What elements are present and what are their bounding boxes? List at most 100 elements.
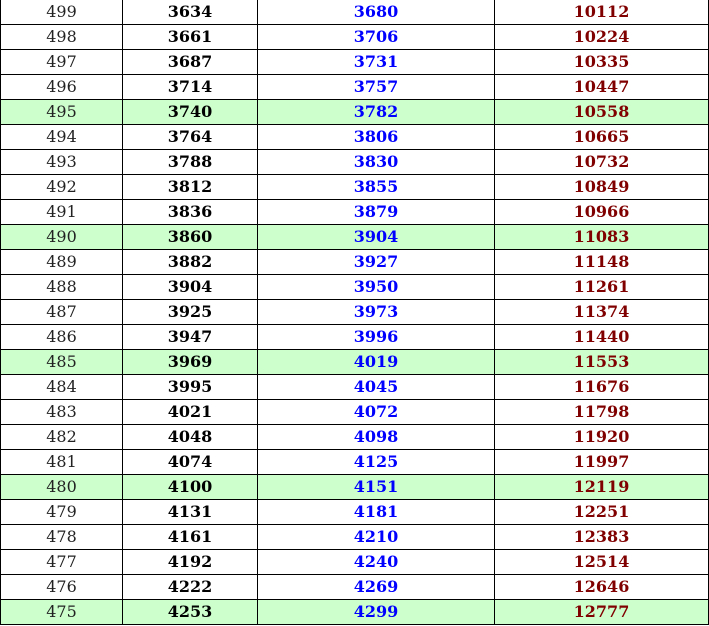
rank-cell-col4: 12514 <box>494 549 709 575</box>
rank-cell-col3: 3806 <box>257 124 495 150</box>
rank-cell-col4: 11553 <box>494 349 709 375</box>
score-cell: 483 <box>0 399 123 425</box>
rank-cell-col2: 4161 <box>122 524 258 550</box>
rank-cell-col4: 11261 <box>494 274 709 300</box>
rank-cell-col3: 3950 <box>257 274 495 300</box>
rank-cell-col2: 3995 <box>122 374 258 400</box>
score-cell: 498 <box>0 24 123 50</box>
rank-cell-col4: 11676 <box>494 374 709 400</box>
score-cell: 482 <box>0 424 123 450</box>
rank-cell-col4: 10558 <box>494 99 709 125</box>
rank-cell-col3: 3927 <box>257 249 495 275</box>
table-row: 495 3740 3782 10558 <box>0 99 709 125</box>
table-row: 481 4074 4125 11997 <box>0 449 709 475</box>
score-cell: 481 <box>0 449 123 475</box>
table-row: 487 3925 3973 11374 <box>0 299 709 325</box>
rank-cell-col2: 3714 <box>122 74 258 100</box>
table-row: 496 3714 3757 10447 <box>0 74 709 100</box>
score-cell: 486 <box>0 324 123 350</box>
score-cell: 480 <box>0 474 123 500</box>
rank-cell-col2: 3882 <box>122 249 258 275</box>
score-cell: 497 <box>0 49 123 75</box>
table-row: 484 3995 4045 11676 <box>0 374 709 400</box>
score-cell: 494 <box>0 124 123 150</box>
rank-cell-col3: 3996 <box>257 324 495 350</box>
table-row: 497 3687 3731 10335 <box>0 49 709 75</box>
table-row: 479 4131 4181 12251 <box>0 499 709 525</box>
rank-cell-col3: 3680 <box>257 0 495 25</box>
rank-cell-col2: 3947 <box>122 324 258 350</box>
score-cell: 499 <box>0 0 123 25</box>
rank-cell-col4: 10224 <box>494 24 709 50</box>
rank-cell-col4: 10849 <box>494 174 709 200</box>
rank-cell-col3: 3782 <box>257 99 495 125</box>
rank-cell-col3: 4210 <box>257 524 495 550</box>
rank-cell-col4: 11148 <box>494 249 709 275</box>
rank-cell-col2: 3860 <box>122 224 258 250</box>
rank-cell-col2: 3788 <box>122 149 258 175</box>
score-cell: 491 <box>0 199 123 225</box>
score-cell: 479 <box>0 499 123 525</box>
score-cell: 495 <box>0 99 123 125</box>
rank-cell-col4: 12777 <box>494 599 709 625</box>
rank-cell-col3: 3830 <box>257 149 495 175</box>
score-cell: 485 <box>0 349 123 375</box>
rank-cell-col2: 4074 <box>122 449 258 475</box>
score-cell: 487 <box>0 299 123 325</box>
score-cell: 492 <box>0 174 123 200</box>
rank-cell-col2: 3925 <box>122 299 258 325</box>
rank-cell-col4: 11920 <box>494 424 709 450</box>
rank-cell-col4: 12119 <box>494 474 709 500</box>
rank-cell-col2: 4253 <box>122 599 258 625</box>
score-cell: 476 <box>0 574 123 600</box>
table-row: 482 4048 4098 11920 <box>0 424 709 450</box>
rank-cell-col3: 3706 <box>257 24 495 50</box>
rank-cell-col3: 3879 <box>257 199 495 225</box>
rank-cell-col4: 11083 <box>494 224 709 250</box>
rank-cell-col2: 3764 <box>122 124 258 150</box>
rank-cell-col2: 4131 <box>122 499 258 525</box>
score-cell: 489 <box>0 249 123 275</box>
rank-cell-col3: 3855 <box>257 174 495 200</box>
table-row: 494 3764 3806 10665 <box>0 124 709 150</box>
rank-cell-col4: 11997 <box>494 449 709 475</box>
score-cell: 493 <box>0 149 123 175</box>
rank-cell-col3: 4299 <box>257 599 495 625</box>
rank-cell-col4: 10112 <box>494 0 709 25</box>
table-row: 486 3947 3996 11440 <box>0 324 709 350</box>
rank-cell-col3: 4098 <box>257 424 495 450</box>
table-row: 476 4222 4269 12646 <box>0 574 709 600</box>
score-cell: 488 <box>0 274 123 300</box>
rank-cell-col2: 4048 <box>122 424 258 450</box>
table-row: 492 3812 3855 10849 <box>0 174 709 200</box>
rank-cell-col4: 10665 <box>494 124 709 150</box>
rank-cell-col2: 3836 <box>122 199 258 225</box>
table-row: 499 3634 3680 10112 <box>0 0 709 25</box>
table-row: 485 3969 4019 11553 <box>0 349 709 375</box>
table-body: 499 3634 3680 10112 498 3661 3706 10224 … <box>0 0 709 625</box>
table-row: 475 4253 4299 12777 <box>0 599 709 625</box>
rank-cell-col2: 4100 <box>122 474 258 500</box>
rank-cell-col2: 3687 <box>122 49 258 75</box>
table-row: 498 3661 3706 10224 <box>0 24 709 50</box>
score-cell: 484 <box>0 374 123 400</box>
table-row: 480 4100 4151 12119 <box>0 474 709 500</box>
table-row: 488 3904 3950 11261 <box>0 274 709 300</box>
rank-cell-col4: 12646 <box>494 574 709 600</box>
score-cell: 478 <box>0 524 123 550</box>
rank-cell-col3: 4240 <box>257 549 495 575</box>
rank-cell-col2: 3904 <box>122 274 258 300</box>
rank-cell-col4: 11798 <box>494 399 709 425</box>
rank-cell-col4: 10732 <box>494 149 709 175</box>
rank-cell-col3: 4269 <box>257 574 495 600</box>
rank-cell-col2: 4222 <box>122 574 258 600</box>
score-cell: 475 <box>0 599 123 625</box>
rank-cell-col2: 4021 <box>122 399 258 425</box>
table-row: 491 3836 3879 10966 <box>0 199 709 225</box>
rank-cell-col2: 3812 <box>122 174 258 200</box>
score-rank-table: 499 3634 3680 10112 498 3661 3706 10224 … <box>0 0 709 625</box>
table-row: 478 4161 4210 12383 <box>0 524 709 550</box>
table-row: 489 3882 3927 11148 <box>0 249 709 275</box>
rank-cell-col4: 12383 <box>494 524 709 550</box>
table-row: 477 4192 4240 12514 <box>0 549 709 575</box>
